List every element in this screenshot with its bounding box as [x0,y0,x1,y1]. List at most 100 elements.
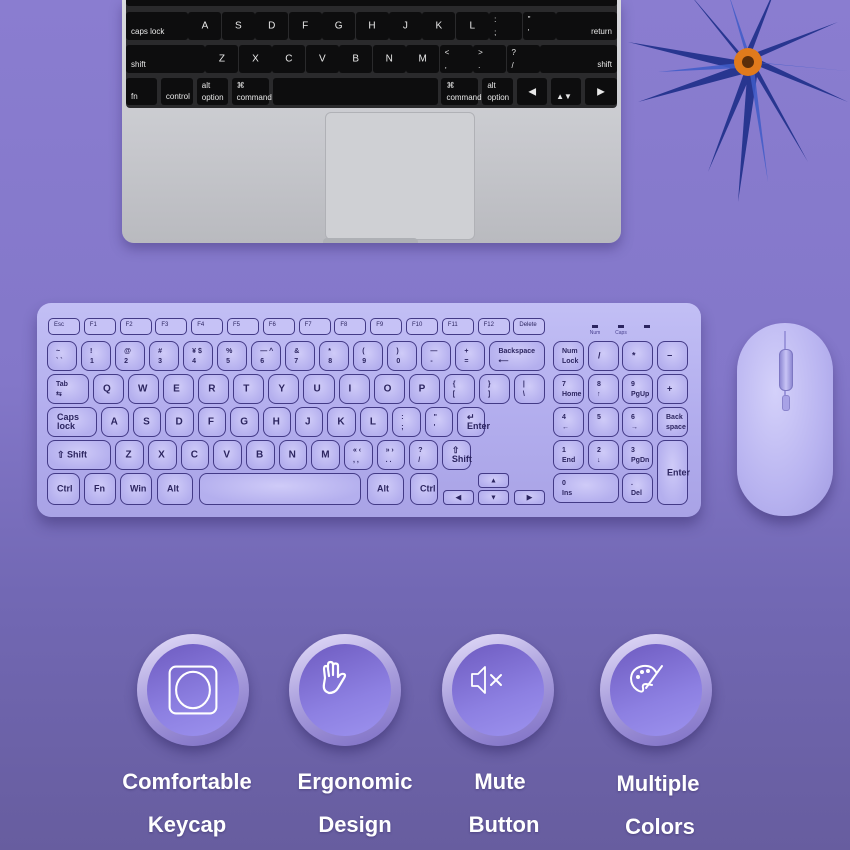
key-legend: C [190,449,198,461]
flower-decoration [628,0,850,202]
key-legend-bottom: → [631,424,638,431]
numpad-key-6: 6 → [622,407,653,437]
hand-icon [322,660,347,695]
key-legend: N [288,449,296,461]
numpad-key-4: 4 ← [553,407,584,437]
key-6: — ^ 6 [251,341,282,371]
key-p: P [408,374,440,404]
feature-multiple-colors [600,634,712,746]
fn-key-f7: F7 [298,318,331,335]
key-legend: U [313,383,321,395]
laptop-key-shift: shift [126,45,205,73]
wireless-mouse [737,323,833,516]
key-legend: ↵ Enter [466,412,490,431]
key-legend: ◀ [455,494,462,501]
laptop-key-fn: fn [126,78,157,105]
fn-key-f9: F9 [370,318,403,335]
key-legend-top: # [158,348,162,355]
numpad-key-9-pgup: 9 PgUp [622,374,653,404]
key-legend: D [268,20,276,32]
numpad-key-3-pgdn: 3 PgDn [622,440,653,470]
arrow-key-left: ◀ [443,490,474,505]
key-legend: option [487,93,510,102]
laptop-key-j: J [388,12,422,40]
key-legend-bottom: space [666,424,686,431]
key-legend-bottom: ⇆ [56,391,62,398]
fn-key-f2: F2 [119,318,152,335]
key-legend-top: Tab [56,381,68,388]
fn-key-f3: F3 [155,318,188,335]
key-legend-bottom: ⟵ [498,358,509,365]
key-legend: ▼ [490,494,497,501]
fn-key-f1: F1 [83,318,116,335]
key-legend-top: 5 [597,414,601,421]
key-legend-top: . [631,480,633,487]
laptop-key-k: K [422,12,456,40]
feature-label-line1: Mute [474,769,526,794]
key-legend-bottom: Ins [562,490,573,497]
key-legend: Q [102,383,111,395]
key-legend: + [667,383,673,394]
key-caps-lock: Caps lock [47,407,97,437]
key-legend-bottom: ↑ [597,391,601,398]
key-e: E [163,374,195,404]
key-legend-top: " [433,414,437,421]
indicator-num: Num [585,325,605,339]
laptop-notch [323,238,418,243]
key-legend-top: 2 [597,447,601,454]
mouse-dpi-button [782,395,790,411]
key-w: W [128,374,160,404]
key-legend: command [446,93,482,102]
key-legend-bottom: 0 [396,358,401,365]
key-d: D [165,407,194,437]
key-v: V [213,440,243,470]
key-legend: F [207,416,214,428]
indicator-caps: Caps [611,325,631,339]
key-legend: H [368,20,376,32]
key-legend-top: : [401,414,404,421]
key-legend: O [383,383,392,395]
key-legend-bottom: 5 [226,358,231,365]
key-legend-bottom: 2 [124,358,128,365]
indicator-scroll-lock [637,325,657,339]
key-y: Y [268,374,300,404]
key-ctrl: Ctrl [410,473,438,505]
key-legend-bottom: 3 [158,358,162,365]
key-5: % 5 [217,341,248,371]
key-legend-top: 9 [631,381,635,388]
key-legend: option [201,93,224,102]
key-legend-top: 3 [631,447,635,454]
key-legend-top: 6 [631,414,635,421]
key-legend: T [243,383,250,395]
key-legend: L [469,20,476,32]
key-legend: Alt [167,483,179,494]
key-legend: Z [125,449,132,461]
key-u: U [303,374,335,404]
key-legend: control [165,92,190,101]
key-legend: X [252,53,259,65]
key-backspace: Backspace ⟵ [489,341,545,371]
key-fn: Fn [84,473,116,505]
key-legend: W [138,383,148,395]
key-alt: Alt [367,473,404,505]
key-legend-top: % [226,348,233,355]
key-0: ) 0 [387,341,418,371]
key-legend: " [527,15,531,24]
laptop-key-space [272,78,438,105]
mouse-scroll-wheel [779,349,793,391]
laptop-key-symbol: >. [473,45,507,73]
key-legend-top: ) [396,348,399,355]
key-f: F [197,407,227,437]
key-7: & 7 [285,341,316,371]
key-x: X [148,440,177,470]
key-legend-bottom: . . [385,457,392,464]
key-legend: ; [494,28,497,37]
key-legend: G [334,20,343,32]
fn-key-delete: Delete [513,318,546,335]
key-o: O [373,374,405,404]
key-legend: . [478,61,481,70]
laptop-key-n: N [372,45,406,73]
key-legend-bottom: 1 [90,358,94,365]
key-legend-top: ( [362,348,365,355]
key-legend: C [285,53,293,65]
